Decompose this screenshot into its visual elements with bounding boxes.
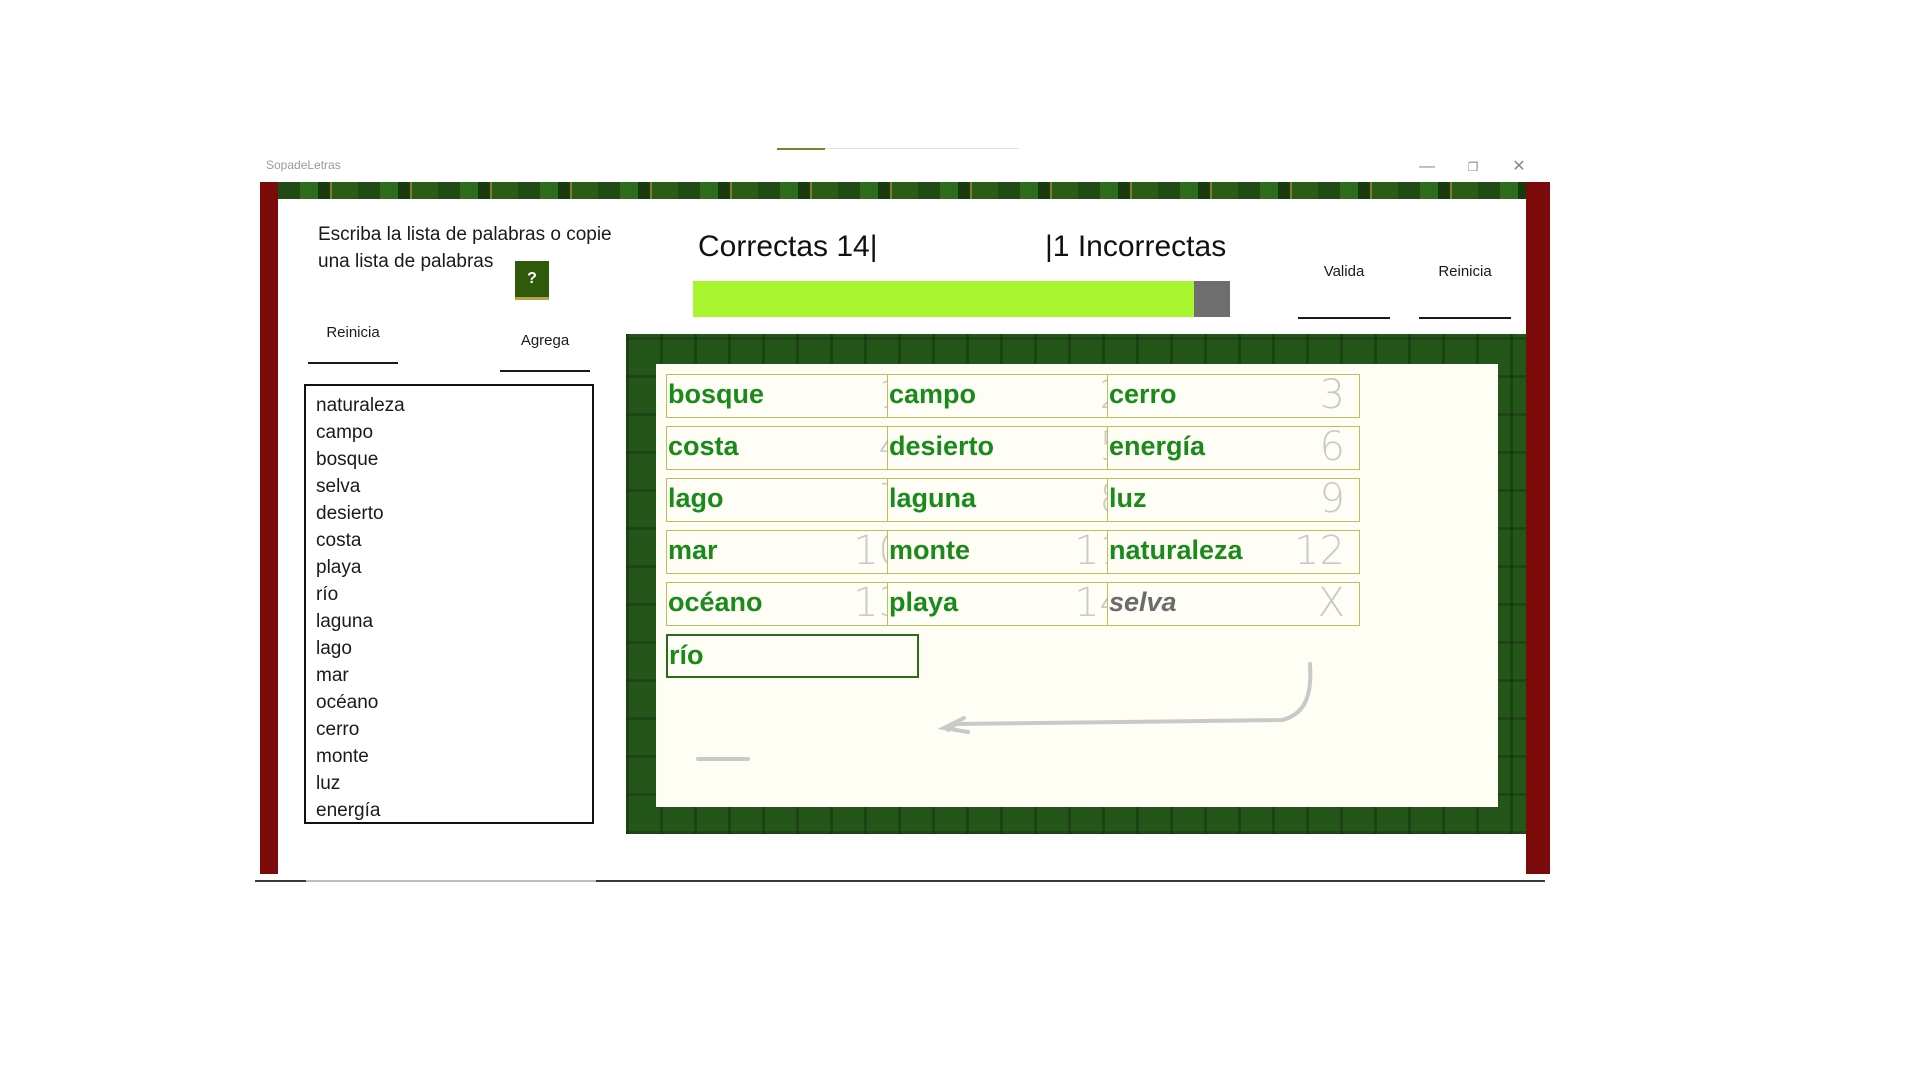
instructions-text: Escriba la lista de palabras o copie una… (318, 224, 612, 272)
reset-button[interactable]: Reinicia (1419, 263, 1511, 319)
board-word-cell[interactable]: cerro 3 (1107, 372, 1360, 418)
board-word: río (669, 640, 704, 670)
board-word: mar (668, 535, 718, 565)
board-word: costa (668, 431, 739, 461)
ink-mark: 9 (1319, 476, 1345, 522)
board-word-cell[interactable]: luz 9 (1107, 476, 1360, 522)
ink-mark: 6 (1319, 424, 1345, 470)
board-word-cell[interactable]: bosque1 (666, 372, 919, 418)
ink-mark: X (1317, 580, 1345, 626)
app-title: SopadeLetras (266, 158, 341, 172)
title-bar: SopadeLetras — ❐ ✕ (260, 152, 1550, 182)
board-word-cell[interactable]: costa4 (666, 424, 919, 470)
button-underline (308, 362, 398, 364)
add-label: Agrega (520, 332, 570, 349)
list-item: lago (316, 638, 352, 659)
list-item: costa (316, 530, 362, 551)
close-icon[interactable]: ✕ (1496, 154, 1542, 180)
board-word: playa (889, 587, 959, 617)
word-list-input[interactable]: naturaleza campo bosque selva desierto costa p… (304, 384, 594, 824)
list-item: bosque (316, 449, 379, 470)
list-item: energía (316, 800, 381, 821)
board-word-cell[interactable]: laguna8 (887, 476, 1140, 522)
board-word-cell[interactable]: campo2 (887, 372, 1140, 418)
main-content: Escriba la lista de palabras o copie una… (278, 199, 1526, 874)
list-item: monte (316, 746, 369, 767)
board-word: desierto (889, 431, 995, 461)
list-item: laguna (316, 611, 374, 632)
board-word-cell[interactable]: océano 13 (666, 580, 919, 626)
board-word-cell[interactable]: río (666, 634, 919, 678)
validate-label: Valida (1323, 263, 1365, 280)
minimize-icon[interactable]: — (1404, 154, 1450, 180)
ink-mark: 12 (1294, 528, 1345, 574)
board-word: luz (1109, 483, 1147, 513)
button-underline (500, 370, 590, 372)
list-item: desierto (316, 503, 384, 524)
board-word-cell[interactable]: mar 10 (666, 528, 919, 574)
board-word: selva (1109, 587, 1177, 617)
board-word-cell[interactable]: energía 6 (1107, 424, 1360, 470)
word-board: bosque1campo2cerro 3 costa4desierto5energí… (626, 334, 1526, 834)
list-reset-button[interactable]: Reinicia (308, 324, 398, 364)
list-item: playa (316, 557, 362, 578)
app-window: Escriba la lista de palabras o copie una… (260, 182, 1550, 874)
help-button[interactable]: ? (515, 261, 549, 300)
list-reset-label: Reinicia (326, 324, 380, 341)
list-item: luz (316, 773, 341, 794)
board-word: lago (668, 483, 724, 513)
list-item: naturaleza (316, 395, 405, 416)
board-word: naturaleza (1109, 535, 1243, 565)
button-underline (1419, 317, 1511, 319)
correct-score: Correctas 14| (698, 230, 878, 263)
score-progress-fill (693, 281, 1195, 317)
list-item: mar (316, 665, 349, 686)
ink-mark: 3 (1319, 372, 1345, 418)
board-word-cell[interactable]: desierto5 (887, 424, 1140, 470)
decorative-border (278, 182, 1526, 199)
restore-icon[interactable]: ❐ (1450, 154, 1496, 180)
button-underline (1298, 317, 1390, 319)
board-word: bosque (668, 379, 765, 409)
board-word-cell[interactable]: naturaleza 12 (1107, 528, 1360, 574)
board-word-cell[interactable]: selva X (1107, 580, 1360, 626)
board-word: cerro (1109, 379, 1177, 409)
list-item: selva (316, 476, 361, 497)
list-item: cerro (316, 719, 360, 740)
list-item: océano (316, 692, 379, 713)
add-button[interactable]: Agrega (500, 332, 590, 372)
validate-button[interactable]: Valida (1298, 263, 1390, 319)
list-item: río (316, 584, 339, 605)
board-word: océano (668, 587, 763, 617)
top-divider-accent (777, 148, 825, 150)
list-item: campo (316, 422, 374, 443)
word-board-area: bosque1campo2cerro 3 costa4desierto5energí… (656, 364, 1498, 807)
board-word: laguna (889, 483, 977, 513)
reset-label: Reinicia (1438, 263, 1492, 280)
board-word: campo (889, 379, 977, 409)
board-word-cell[interactable]: playa 14 (887, 580, 1140, 626)
bottom-divider-accent (306, 880, 596, 882)
board-word: monte (889, 535, 970, 565)
incorrect-score: |1 Incorrectas (1045, 230, 1227, 263)
board-word: energía (1109, 431, 1206, 461)
score-progress-bar (693, 281, 1230, 317)
board-word-cell[interactable]: lago7 (666, 476, 919, 522)
board-word-cell[interactable]: monte 11 (887, 528, 1140, 574)
